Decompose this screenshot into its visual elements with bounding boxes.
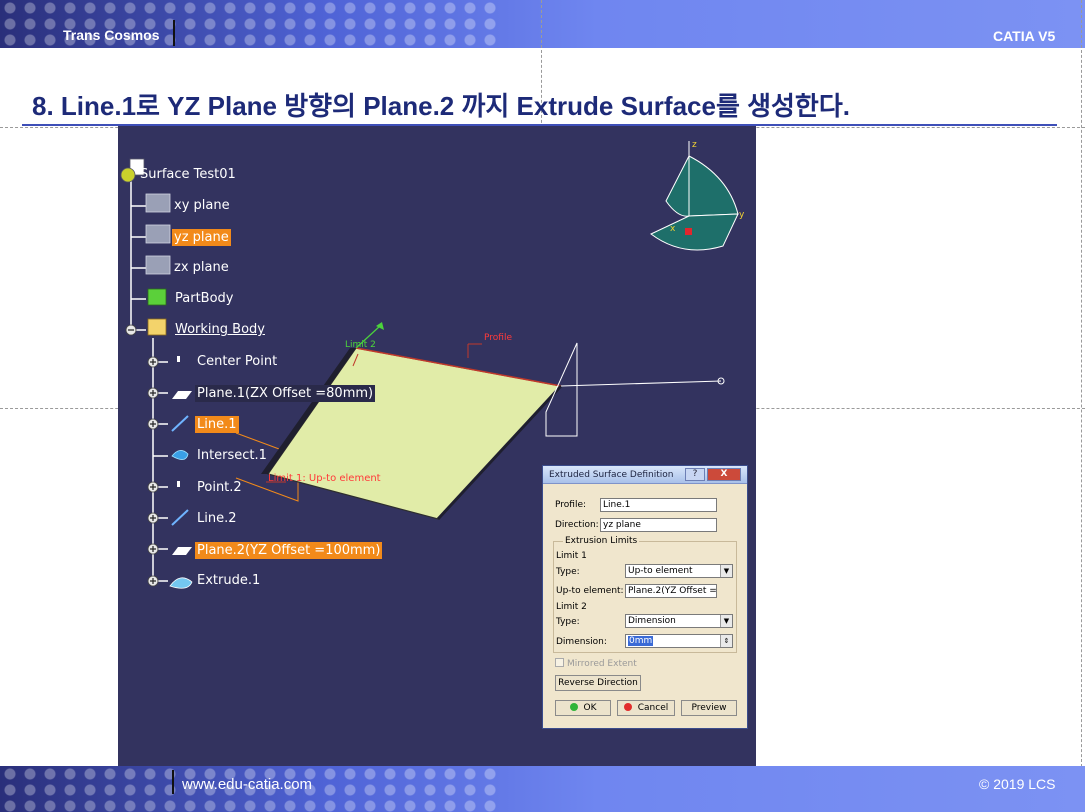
limit1-type-label: Type: bbox=[556, 567, 580, 577]
header-product: CATIA V5 bbox=[993, 28, 1056, 44]
extruded-surface-dialog[interactable]: Extruded Surface Definition ? X Profile:… bbox=[542, 465, 748, 729]
guide-line bbox=[1081, 0, 1082, 812]
dimension-value: 0mm bbox=[628, 636, 654, 646]
dimension-field[interactable]: 0mm ⇕ bbox=[625, 634, 733, 648]
limit1-group-label: Limit 1 bbox=[556, 551, 587, 561]
cancel-icon bbox=[623, 703, 632, 711]
tree-item-plane1[interactable]: Plane.1(ZX Offset =80mm) bbox=[195, 385, 376, 402]
tree-item-line2[interactable]: Line.2 bbox=[197, 511, 237, 526]
line-icon bbox=[171, 415, 189, 432]
tree-item-yz-plane[interactable]: yz plane bbox=[172, 229, 231, 246]
compass-z-label: z bbox=[692, 140, 697, 150]
mirrored-extent-checkbox[interactable]: Mirrored Extent bbox=[555, 658, 637, 669]
limit1-type-value: Up-to element bbox=[628, 566, 693, 576]
upto-element-label: Up-to element: bbox=[556, 586, 624, 596]
extrude-icon bbox=[169, 577, 193, 589]
help-button[interactable]: ? bbox=[685, 468, 705, 481]
plane-icon bbox=[145, 193, 171, 275]
header-separator bbox=[173, 20, 175, 46]
stepper-icon[interactable]: ⇕ bbox=[720, 635, 732, 647]
header-band: Trans Cosmos CATIA V5 bbox=[0, 0, 1085, 48]
chevron-down-icon[interactable]: ▼ bbox=[720, 565, 732, 577]
tree-item-extrude1[interactable]: Extrude.1 bbox=[197, 573, 260, 588]
tree-item-xy-plane[interactable]: xy plane bbox=[174, 198, 230, 213]
intersect-icon bbox=[171, 450, 189, 460]
line-icon bbox=[171, 509, 189, 526]
plane-feature-icon bbox=[172, 391, 192, 399]
footer-band: www.edu-catia.com © 2019 LCS bbox=[0, 766, 1085, 812]
working-body-icon bbox=[147, 318, 167, 336]
tree-root-label[interactable]: Surface Test01 bbox=[140, 167, 236, 182]
cancel-button[interactable]: Cancel bbox=[617, 700, 675, 716]
tree-item-working-body[interactable]: Working Body bbox=[175, 322, 265, 337]
footer-copyright: © 2019 LCS bbox=[979, 776, 1056, 792]
extrusion-limits-label: Extrusion Limits bbox=[563, 536, 640, 546]
partbody-icon bbox=[147, 288, 167, 306]
profile-label[interactable]: Profile bbox=[484, 333, 512, 343]
tree-item-intersect1[interactable]: Intersect.1 bbox=[197, 448, 267, 463]
point-icon bbox=[177, 481, 180, 487]
compass-x-label: x bbox=[670, 224, 676, 234]
tree-item-center-point[interactable]: Center Point bbox=[197, 354, 277, 369]
mirrored-extent-label: Mirrored Extent bbox=[567, 659, 637, 669]
limit2-label[interactable]: Limit 2 bbox=[345, 340, 376, 350]
profile-field[interactable]: Line.1 bbox=[600, 498, 717, 512]
tree-item-partbody[interactable]: PartBody bbox=[175, 291, 233, 306]
chevron-down-icon[interactable]: ▼ bbox=[720, 615, 732, 627]
preview-button[interactable]: Preview bbox=[681, 700, 737, 716]
point-icon bbox=[177, 356, 180, 362]
direction-field-label: Direction: bbox=[555, 520, 599, 530]
limit2-type-select[interactable]: Dimension ▼ bbox=[625, 614, 733, 628]
limit1-label[interactable]: Limit 1: Up-to element bbox=[268, 473, 381, 484]
limit2-type-value: Dimension bbox=[628, 616, 676, 626]
limit2-group-label: Limit 2 bbox=[556, 602, 587, 612]
checkbox-icon[interactable] bbox=[555, 658, 564, 667]
slide: Trans Cosmos CATIA V5 8. Line.1로 YZ Plan… bbox=[0, 0, 1085, 812]
tree-item-plane2[interactable]: Plane.2(YZ Offset =100mm) bbox=[195, 542, 383, 559]
compass-icon bbox=[650, 141, 739, 251]
tree-item-line1[interactable]: Line.1 bbox=[195, 416, 239, 433]
limit2-type-label: Type: bbox=[556, 617, 580, 627]
upto-element-field[interactable]: Plane.2(YZ Offset =1 bbox=[625, 584, 717, 598]
footer-separator bbox=[172, 770, 174, 794]
profile-field-label: Profile: bbox=[555, 500, 587, 510]
compass-y-label: y bbox=[739, 210, 745, 220]
footer-url[interactable]: www.edu-catia.com bbox=[182, 776, 312, 793]
plane-feature-icon bbox=[172, 547, 192, 555]
dimension-label: Dimension: bbox=[556, 637, 607, 647]
header-brand: Trans Cosmos bbox=[63, 27, 160, 43]
tree-item-zx-plane[interactable]: zx plane bbox=[174, 260, 229, 275]
limit1-type-select[interactable]: Up-to element ▼ bbox=[625, 564, 733, 578]
reverse-direction-button[interactable]: Reverse Direction bbox=[555, 675, 641, 691]
page-title: 8. Line.1로 YZ Plane 방향의 Plane.2 까지 Extru… bbox=[32, 91, 850, 121]
close-button[interactable]: X bbox=[707, 468, 741, 481]
direction-field[interactable]: yz plane bbox=[600, 518, 717, 532]
ok-icon bbox=[569, 703, 578, 711]
ok-button[interactable]: OK bbox=[555, 700, 611, 716]
ok-button-label: OK bbox=[583, 703, 597, 713]
tree-item-point2[interactable]: Point.2 bbox=[197, 480, 242, 495]
cancel-button-label: Cancel bbox=[637, 703, 669, 713]
